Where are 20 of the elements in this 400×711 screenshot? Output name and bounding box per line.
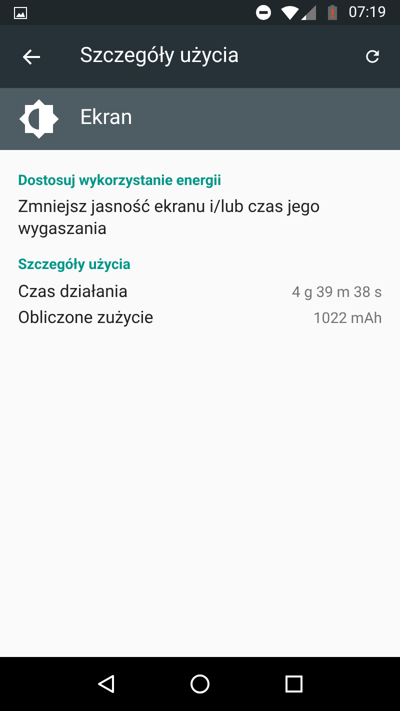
detail-value: 1022 mAh — [313, 308, 382, 330]
do-not-disturb-icon — [256, 5, 271, 20]
clock: 07:19 — [348, 2, 386, 24]
back-arrow-icon — [23, 48, 41, 64]
signal-icon — [300, 5, 316, 20]
detail-label: Czas działania — [18, 280, 128, 304]
detail-value: 4 g 39 m 38 s — [292, 282, 382, 304]
wifi-icon — [280, 6, 299, 20]
brightness-icon — [18, 98, 60, 140]
detail-label: Obliczone zużycie — [18, 306, 154, 330]
toolbar-title: Szczegóły użycia — [80, 42, 240, 70]
recents-square-icon — [284, 675, 303, 693]
app-name: Ekran — [80, 105, 132, 132]
image-notification-icon — [14, 6, 27, 18]
battery-low-icon — [328, 5, 337, 20]
section-header: Dostosuj wykorzystanie energii — [18, 171, 222, 191]
suggestion-text[interactable]: Zmniejsz jasność ekranu i/lub czas jego wygaszania — [18, 196, 382, 240]
back-triangle-icon — [97, 674, 116, 694]
home-circle-icon — [190, 674, 210, 694]
section-header: Szczegóły użycia — [18, 254, 132, 275]
